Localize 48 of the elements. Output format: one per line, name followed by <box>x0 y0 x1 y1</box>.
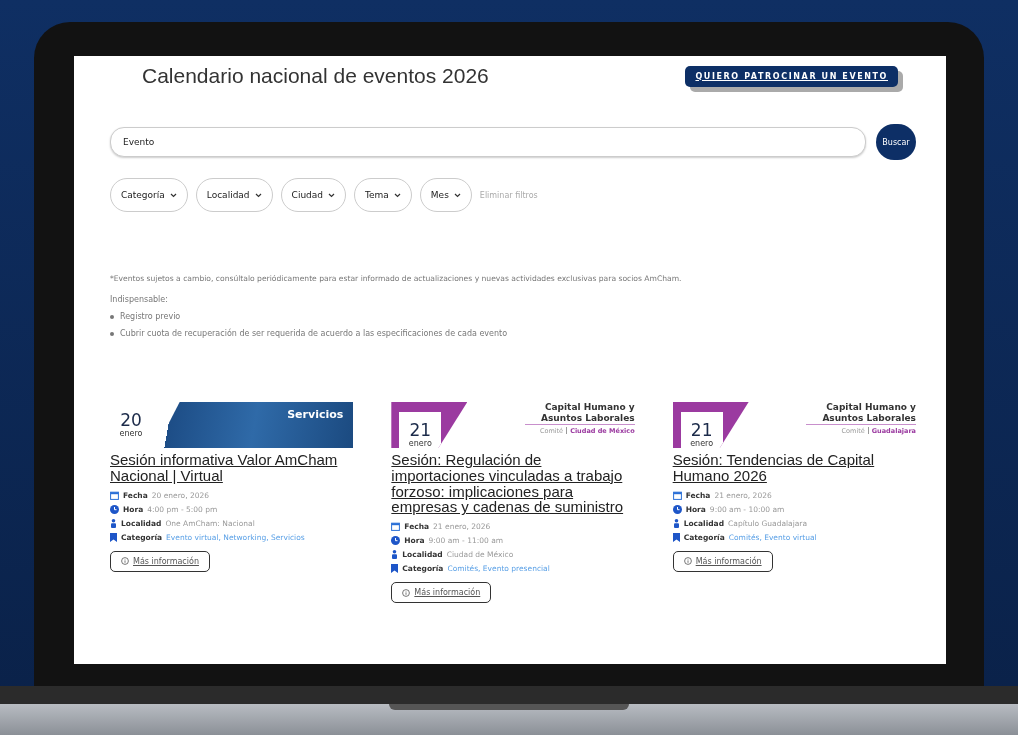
banner-label: Capital Humano y Asuntos Laborales <box>524 402 635 425</box>
requirement-item: Cubrir cuota de recuperación de ser requerida de acuerdo a las especificaciones de cada evento <box>120 329 508 338</box>
event-day: 21 <box>690 422 713 439</box>
info-icon <box>402 588 411 597</box>
info-icon <box>121 557 129 565</box>
event-title-link[interactable]: Sesión: Regulación de importaciones vinculadas a trabajo forzoso: implicaciones para empresas y cadenas de suministro <box>391 452 635 515</box>
banner-label: Servicios <box>287 408 344 421</box>
calendar-icon <box>391 522 401 531</box>
filter-dropdown[interactable]: Localidad <box>195 178 273 212</box>
bullet-icon <box>110 331 114 336</box>
more-info-button[interactable]: Más información <box>391 582 492 603</box>
calendar-icon <box>672 490 682 500</box>
person-icon <box>672 518 680 528</box>
requirements-heading: Indispensable: <box>110 295 169 304</box>
requirement-item: Registro previo <box>120 312 181 321</box>
filter-dropdown[interactable]: Categoría <box>110 178 188 212</box>
bookmark-icon <box>391 564 399 573</box>
event-month: enero <box>690 439 714 448</box>
event-day: 20 <box>120 412 142 429</box>
bookmark-icon <box>110 532 117 542</box>
chevron-down-icon <box>169 192 177 198</box>
event-title-link[interactable]: Sesión informativa Valor AmCham Nacional | Virtual <box>110 452 354 484</box>
event-title-link[interactable]: Sesión: Tendencias de Capital Humano 2026 <box>672 452 916 484</box>
clock-icon <box>110 504 119 514</box>
page-title: Calendario nacional de eventos 2026 <box>142 64 489 88</box>
filter-dropdown[interactable]: Tema <box>354 178 412 212</box>
clock-icon <box>672 504 682 514</box>
clock-icon <box>391 536 401 545</box>
filter-dropdown[interactable]: Mes <box>419 178 472 212</box>
chevron-down-icon <box>254 192 262 198</box>
person-icon <box>391 550 399 559</box>
chevron-down-icon <box>453 192 461 198</box>
more-info-button[interactable]: Más información <box>110 550 210 572</box>
event-day: 21 <box>409 422 432 439</box>
filter-dropdown[interactable]: Ciudad <box>280 178 347 212</box>
bookmark-icon <box>672 532 680 542</box>
search-field[interactable]: Evento <box>110 127 866 157</box>
chevron-down-icon <box>393 192 401 198</box>
banner-label: Capital Humano y Asuntos Laborales <box>806 402 916 425</box>
info-icon <box>683 557 692 565</box>
chevron-down-icon <box>328 192 336 198</box>
search-button[interactable]: Buscar <box>876 124 916 160</box>
calendar-icon <box>110 490 119 500</box>
bullet-icon <box>110 314 114 319</box>
person-icon <box>110 518 117 528</box>
event-month: enero <box>119 429 143 438</box>
more-info-button[interactable]: Más información <box>672 550 773 572</box>
event-month: enero <box>408 439 432 448</box>
